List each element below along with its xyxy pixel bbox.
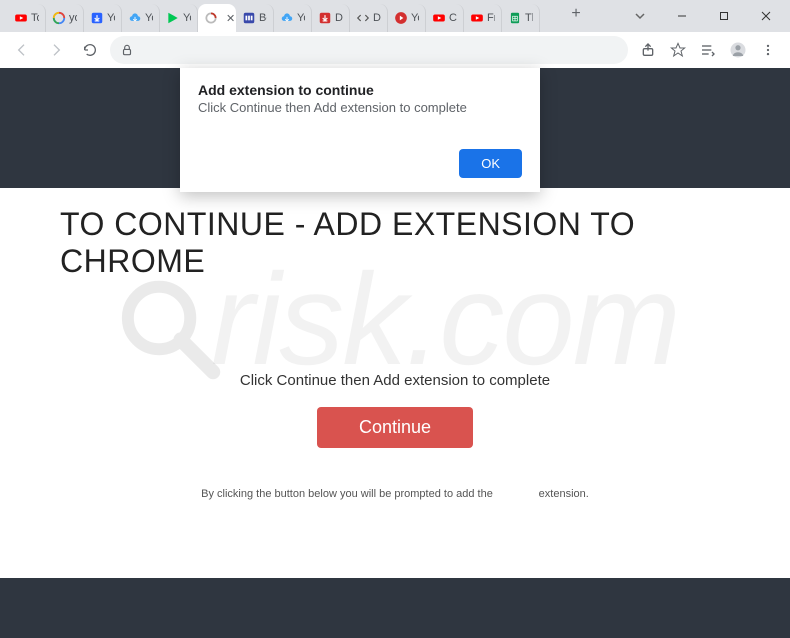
tab-title: Yo	[145, 12, 153, 24]
tab-0[interactable]: To	[8, 4, 46, 32]
reload-button[interactable]	[76, 36, 104, 64]
tab-8[interactable]: Do	[312, 4, 350, 32]
tab-12[interactable]: Fr	[464, 4, 502, 32]
maximize-button[interactable]	[704, 1, 744, 31]
tab-6[interactable]: Be	[236, 4, 274, 32]
dialog-ok-button[interactable]: OK	[459, 149, 522, 178]
tab-5[interactable]: ✕	[198, 4, 236, 32]
tab-title: Be	[259, 12, 267, 24]
reading-list-button[interactable]	[694, 36, 722, 64]
browser-chrome: To yo Yo Yo Yo ✕ Be Yo Do Do Yo Co Fr Th +	[0, 0, 790, 68]
tab-title: Do	[373, 12, 381, 24]
forward-button[interactable]	[42, 36, 70, 64]
lock-icon	[120, 43, 134, 57]
tab-10[interactable]: Yo	[388, 4, 426, 32]
tab-11[interactable]: Co	[426, 4, 464, 32]
profile-button[interactable]	[724, 36, 752, 64]
bookmark-button[interactable]	[664, 36, 692, 64]
tab-title: To	[31, 12, 39, 24]
tab-title: Co	[449, 12, 457, 24]
tab-4[interactable]: Yo	[160, 4, 198, 32]
tab-1[interactable]: yo	[46, 4, 84, 32]
tab-title: Yo	[297, 12, 305, 24]
tab-title: Do	[335, 12, 343, 24]
page-disclaimer: By clicking the button below you will be…	[0, 488, 790, 500]
minimize-button[interactable]	[662, 1, 702, 31]
tab-title: yo	[69, 12, 77, 24]
menu-button[interactable]	[754, 36, 782, 64]
tab-title: Yo	[411, 12, 419, 24]
tab-title: Th	[525, 12, 533, 24]
tab-search-button[interactable]	[620, 1, 660, 31]
address-bar[interactable]	[110, 36, 628, 64]
close-icon[interactable]: ✕	[226, 12, 235, 25]
page-heading: TO CONTINUE - ADD EXTENSION TO CHROME	[0, 188, 790, 302]
dialog-body: Click Continue then Add extension to com…	[198, 100, 522, 115]
tab-title: Yo	[183, 12, 191, 24]
titlebar: To yo Yo Yo Yo ✕ Be Yo Do Do Yo Co Fr Th +	[0, 0, 790, 32]
tab-7[interactable]: Yo	[274, 4, 312, 32]
continue-button[interactable]: Continue	[317, 407, 473, 448]
dark-banner-bottom	[0, 578, 790, 638]
close-window-button[interactable]	[746, 1, 786, 31]
share-button[interactable]	[634, 36, 662, 64]
page-body: TO CONTINUE - ADD EXTENSION TO CHROME Cl…	[0, 188, 790, 578]
window-controls	[620, 0, 790, 32]
back-button[interactable]	[8, 36, 36, 64]
tab-3[interactable]: Yo	[122, 4, 160, 32]
new-tab-button[interactable]: +	[562, 0, 590, 28]
toolbar	[0, 32, 790, 68]
tab-title: Yo	[107, 12, 115, 24]
alert-dialog: Add extension to continue Click Continue…	[180, 68, 540, 192]
page-instruction: Click Continue then Add extension to com…	[0, 372, 790, 389]
dialog-title: Add extension to continue	[198, 82, 522, 98]
tab-title: Fr	[487, 12, 495, 24]
tab-9[interactable]: Do	[350, 4, 388, 32]
tabs-strip: To yo Yo Yo Yo ✕ Be Yo Do Do Yo Co Fr Th	[8, 0, 558, 32]
tab-13[interactable]: Th	[502, 4, 540, 32]
tab-2[interactable]: Yo	[84, 4, 122, 32]
